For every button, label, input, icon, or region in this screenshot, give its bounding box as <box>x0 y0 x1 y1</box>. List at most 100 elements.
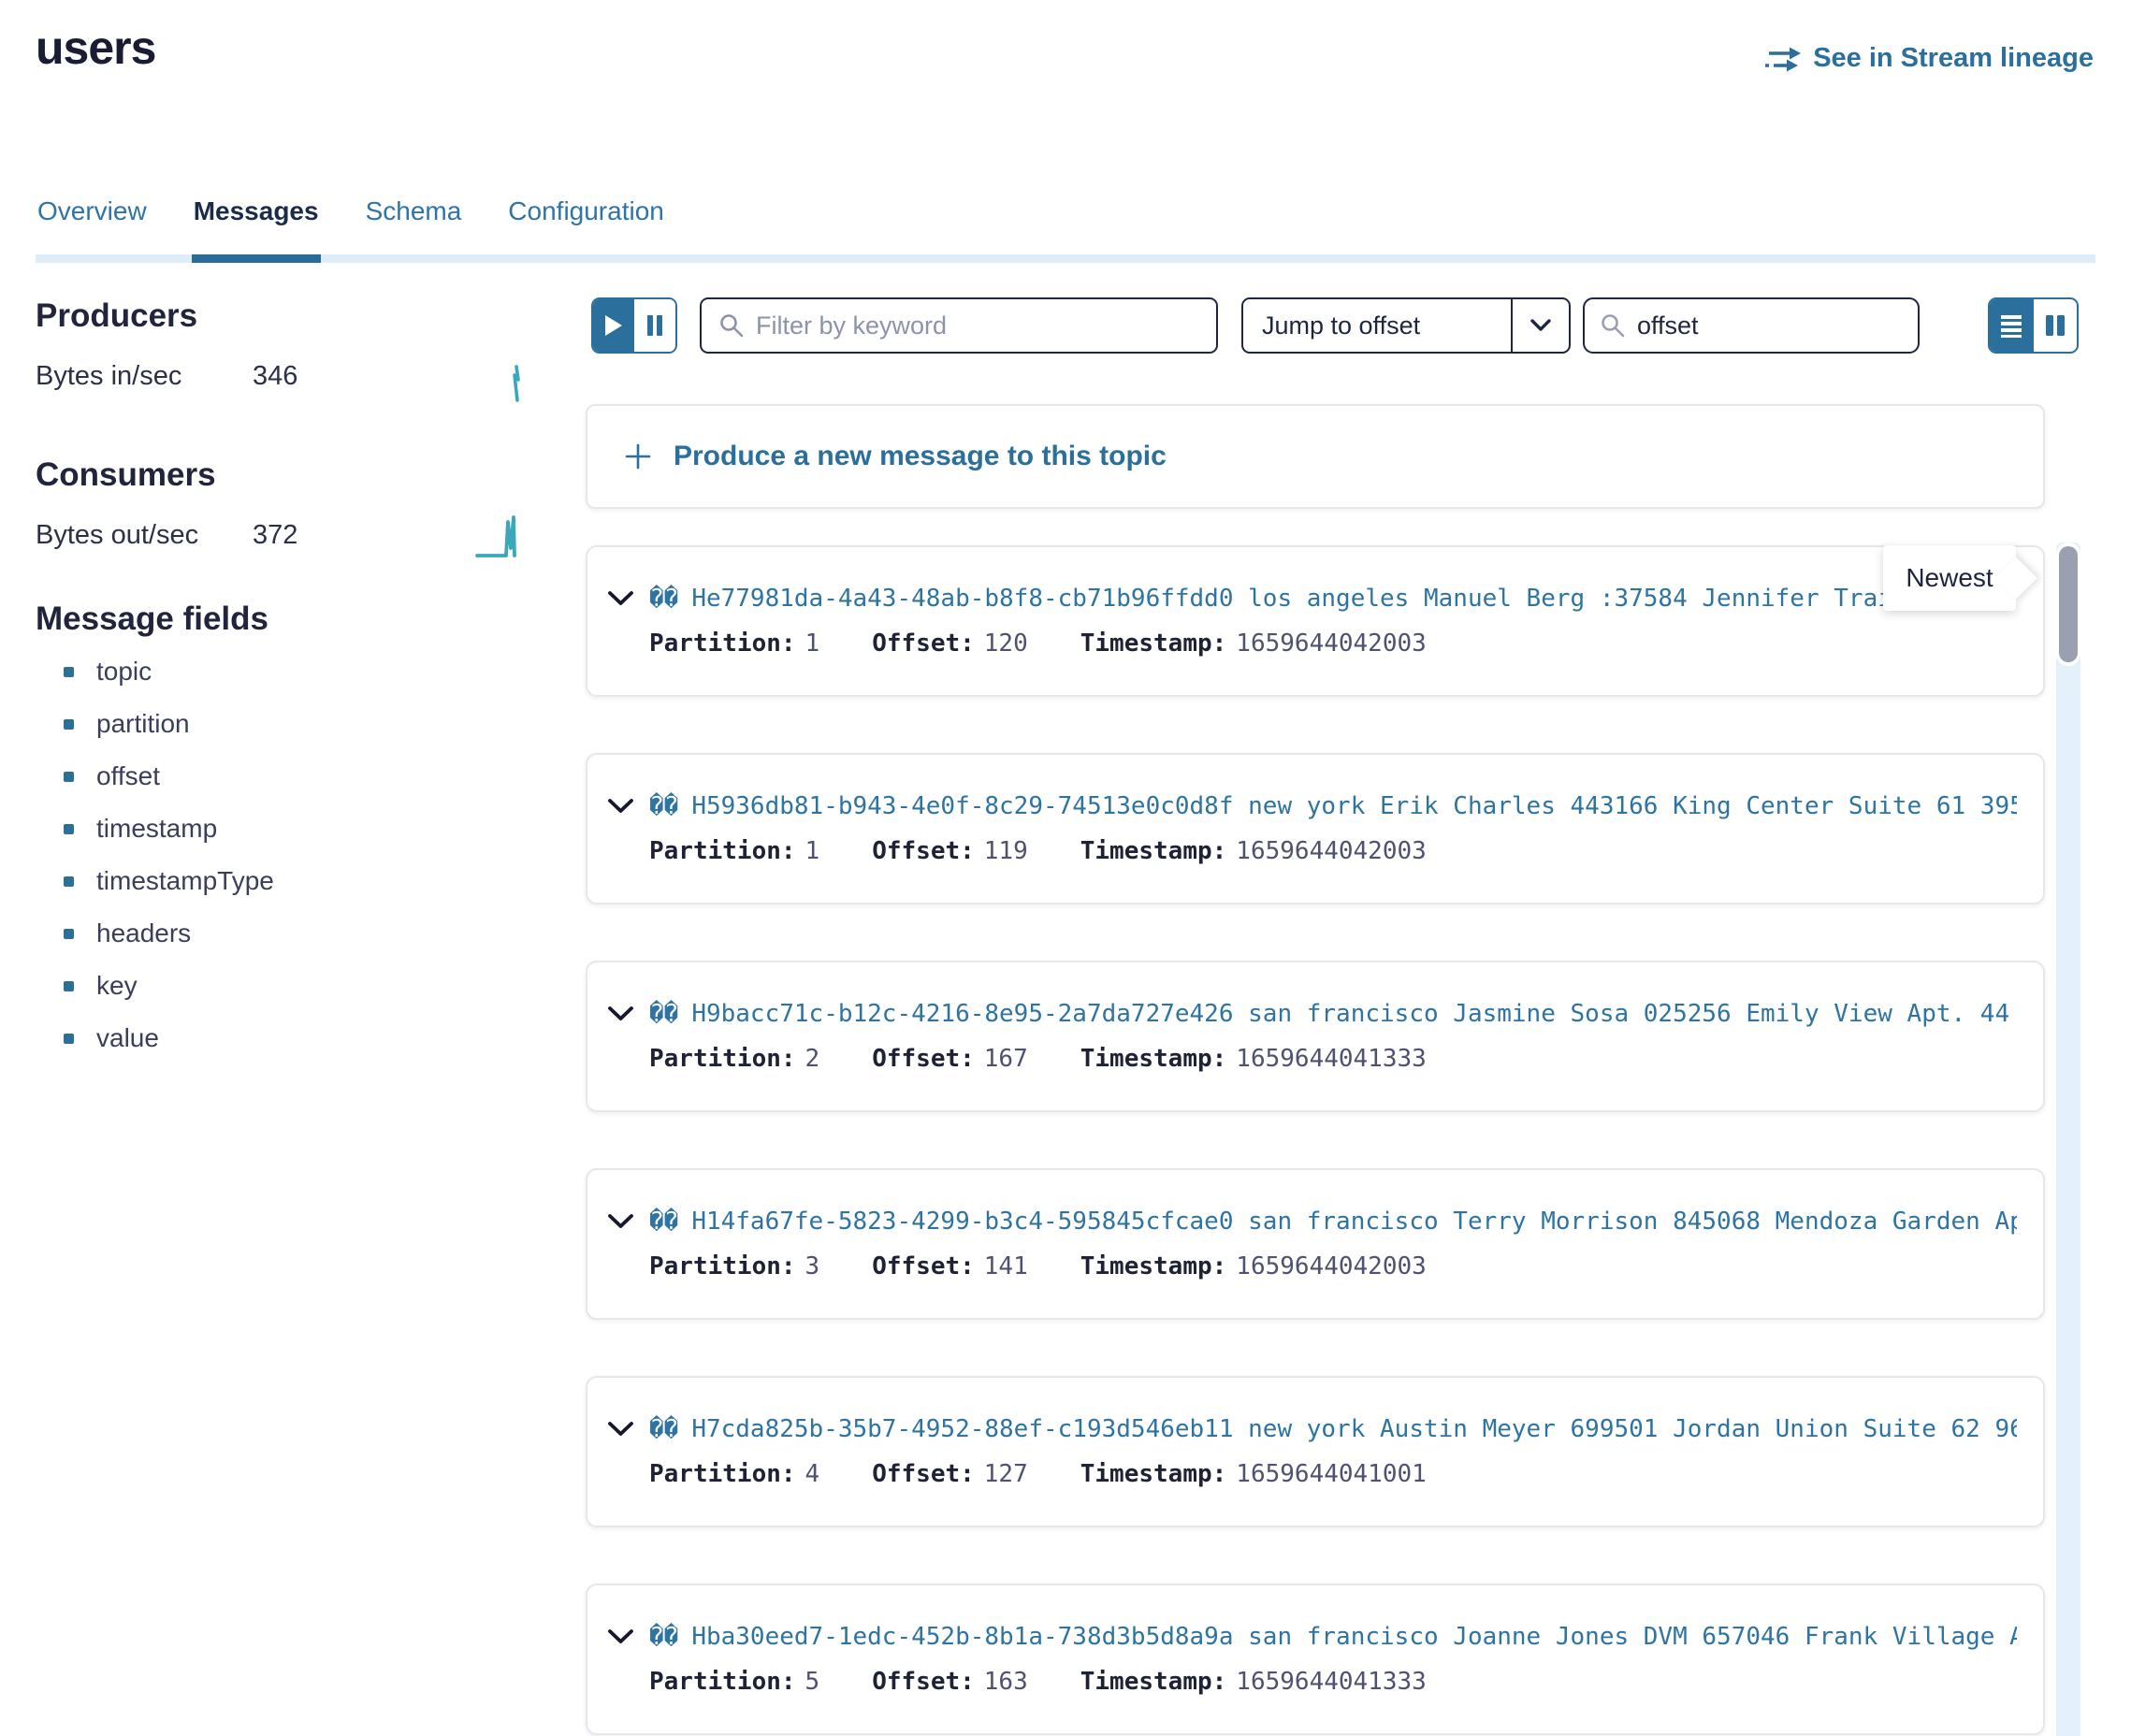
offset-value: 141 <box>984 1252 1028 1280</box>
message-row[interactable]: �� He77981da-4a43-48ab-b8f8-cb71b96ffdd0… <box>586 545 2045 697</box>
message-field-item: offset <box>64 761 274 791</box>
search-icon <box>1600 312 1626 339</box>
message-row[interactable]: �� H7cda825b-35b7-4952-88ef-c193d546eb11… <box>586 1376 2045 1527</box>
timestamp-label: Timestamp: <box>1080 1668 1227 1696</box>
timestamp-group: Timestamp:1659644041333 <box>1080 1045 1427 1073</box>
play-button[interactable] <box>593 299 634 352</box>
tab-overview[interactable]: Overview <box>36 187 149 263</box>
timestamp-group: Timestamp:1659644042003 <box>1080 629 1427 658</box>
list-view-button[interactable] <box>1990 299 2034 352</box>
message-field-item: partition <box>64 709 274 739</box>
offset-value: 127 <box>984 1460 1028 1488</box>
partition-label: Partition: <box>649 1045 796 1073</box>
producers-heading: Producers <box>36 297 197 335</box>
message-meta: Partition:5 Offset: 163 Timestamp: 1659644… <box>608 1668 2017 1696</box>
chevron-down-icon[interactable] <box>608 1006 649 1022</box>
jump-to-offset-value: Jump to offset <box>1243 311 1511 340</box>
square-bullet-icon <box>64 981 74 991</box>
message-row[interactable]: �� Hba30eed7-1edc-452b-8b1a-738d3b5d8a9a… <box>586 1584 2045 1735</box>
bytes-in-sparkline <box>505 363 529 404</box>
message-row[interactable]: �� H9bacc71c-b12c-4216-8e95-2a7da727e426… <box>586 961 2045 1112</box>
message-list: �� He77981da-4a43-48ab-b8f8-cb71b96ffdd0… <box>586 545 2045 1735</box>
plus-icon <box>623 441 653 471</box>
message-key-glyphs: �� <box>649 792 678 820</box>
produce-message-button[interactable]: Produce a new message to this topic <box>586 404 2045 509</box>
filter-keyword-box <box>700 297 1218 354</box>
partition-label: Partition: <box>649 837 796 865</box>
filter-keyword-input[interactable] <box>756 311 1199 340</box>
offset-label: Offset: <box>872 629 975 658</box>
message-summary[interactable]: H9bacc71c-b12c-4216-8e95-2a7da727e426 sa… <box>691 1000 2017 1028</box>
timestamp-value: 1659644042003 <box>1236 1252 1427 1280</box>
partition-label: Partition: <box>649 629 796 658</box>
message-field-label: topic <box>96 657 152 687</box>
timestamp-value: 1659644041333 <box>1236 1668 1427 1696</box>
message-summary[interactable]: H14fa67fe-5823-4299-b3c4-595845cfcae0 sa… <box>691 1208 2017 1236</box>
tab-messages[interactable]: Messages <box>192 187 321 263</box>
timestamp-group: Timestamp:1659644041001 <box>1080 1460 1427 1488</box>
partition-value: 2 <box>805 1045 820 1073</box>
scrollbar-track[interactable] <box>2056 542 2080 1736</box>
message-key-glyphs: �� <box>649 585 678 613</box>
partition-value: 1 <box>805 837 820 865</box>
partition-label: Partition: <box>649 1460 796 1488</box>
bytes-out-value: 372 <box>253 520 297 551</box>
chevron-down-icon[interactable] <box>608 1629 649 1645</box>
partition-value: 5 <box>805 1668 820 1696</box>
timestamp-label: Timestamp: <box>1080 1252 1227 1280</box>
tab-configuration[interactable]: Configuration <box>506 187 666 263</box>
partition-group: Partition: 1 <box>649 837 819 865</box>
offset-value: 163 <box>984 1668 1028 1696</box>
offset-label: Offset: <box>872 1045 975 1073</box>
message-field-item: key <box>64 971 274 1001</box>
scrollbar-thumb-halo <box>2056 542 2080 666</box>
message-meta: Partition:1 Offset:120 Timestamp:1659644… <box>608 629 2017 658</box>
chevron-down-icon[interactable] <box>608 1214 649 1230</box>
message-key-glyphs: �� <box>649 1415 678 1443</box>
stream-lineage-link[interactable]: See in Stream lineage <box>1762 43 2094 74</box>
jump-to-offset-select[interactable]: Jump to offset <box>1241 297 1571 354</box>
message-fields-heading: Message fields <box>36 600 268 638</box>
tab-schema[interactable]: Schema <box>364 187 464 263</box>
partition-value: 4 <box>805 1460 820 1488</box>
message-summary[interactable]: He77981da-4a43-48ab-b8f8-cb71b96ffdd0 lo… <box>691 585 1936 613</box>
offset-label: Offset: <box>872 1668 975 1696</box>
tabs: Overview Messages Schema Configuration <box>36 187 2095 263</box>
message-meta: Partition:3 Offset:141 Timestamp:1659644… <box>608 1252 2017 1280</box>
timestamp-group: Timestamp: 1659644041333 <box>1080 1668 1427 1696</box>
newest-tooltip: Newest <box>1883 545 2016 611</box>
message-summary[interactable]: H5936db81-b943-4e0f-8c29-74513e0c0d8f ne… <box>691 792 2017 820</box>
message-summary[interactable]: Hba30eed7-1edc-452b-8b1a-738d3b5d8a9a sa… <box>691 1623 2017 1651</box>
message-field-label: partition <box>96 709 190 739</box>
message-key-glyphs: �� <box>649 1208 678 1236</box>
chevron-down-icon[interactable] <box>608 1422 649 1438</box>
topic-messages-page: users See in Stream lineage Overview Mes… <box>0 0 2131 1736</box>
chevron-down-icon[interactable] <box>608 591 649 607</box>
bytes-in-label: Bytes in/sec <box>36 361 181 392</box>
message-row[interactable]: �� H5936db81-b943-4e0f-8c29-74513e0c0d8f… <box>586 753 2045 904</box>
chevron-down-icon[interactable] <box>608 799 649 815</box>
message-field-label: offset <box>96 761 160 791</box>
partition-group: Partition:5 <box>649 1668 819 1696</box>
message-summary[interactable]: H7cda825b-35b7-4952-88ef-c193d546eb11 ne… <box>691 1415 2017 1443</box>
message-field-item: timestampType <box>64 866 274 896</box>
message-fields-list: topic partition offset timestamp timesta… <box>64 657 274 1053</box>
pause-button[interactable] <box>634 299 675 352</box>
message-meta: Partition:1 Offset:119 Timestamp:1659644… <box>608 837 2017 865</box>
timestamp-label: Timestamp: <box>1080 1045 1227 1073</box>
scrollbar-thumb[interactable] <box>2059 546 2078 662</box>
offset-value: 119 <box>984 837 1028 865</box>
offset-label: Offset: <box>872 1460 975 1488</box>
pause-icon <box>646 314 663 337</box>
stream-lineage-icon <box>1762 45 1802 73</box>
timestamp-label: Timestamp: <box>1080 1460 1227 1488</box>
offset-group: Offset:120 <box>872 629 1028 658</box>
message-field-label: timestamp <box>96 814 217 844</box>
chevron-down-icon[interactable] <box>1513 319 1569 332</box>
message-meta: Partition: 4 Offset: 127 Timestamp:1659644… <box>608 1460 2017 1488</box>
message-row[interactable]: �� H14fa67fe-5823-4299-b3c4-595845cfcae0… <box>586 1168 2045 1320</box>
partition-group: Partition: 2 <box>649 1045 819 1073</box>
message-field-label: key <box>96 971 138 1001</box>
column-view-button[interactable] <box>2034 299 2078 352</box>
offset-search-input[interactable] <box>1637 311 1968 340</box>
